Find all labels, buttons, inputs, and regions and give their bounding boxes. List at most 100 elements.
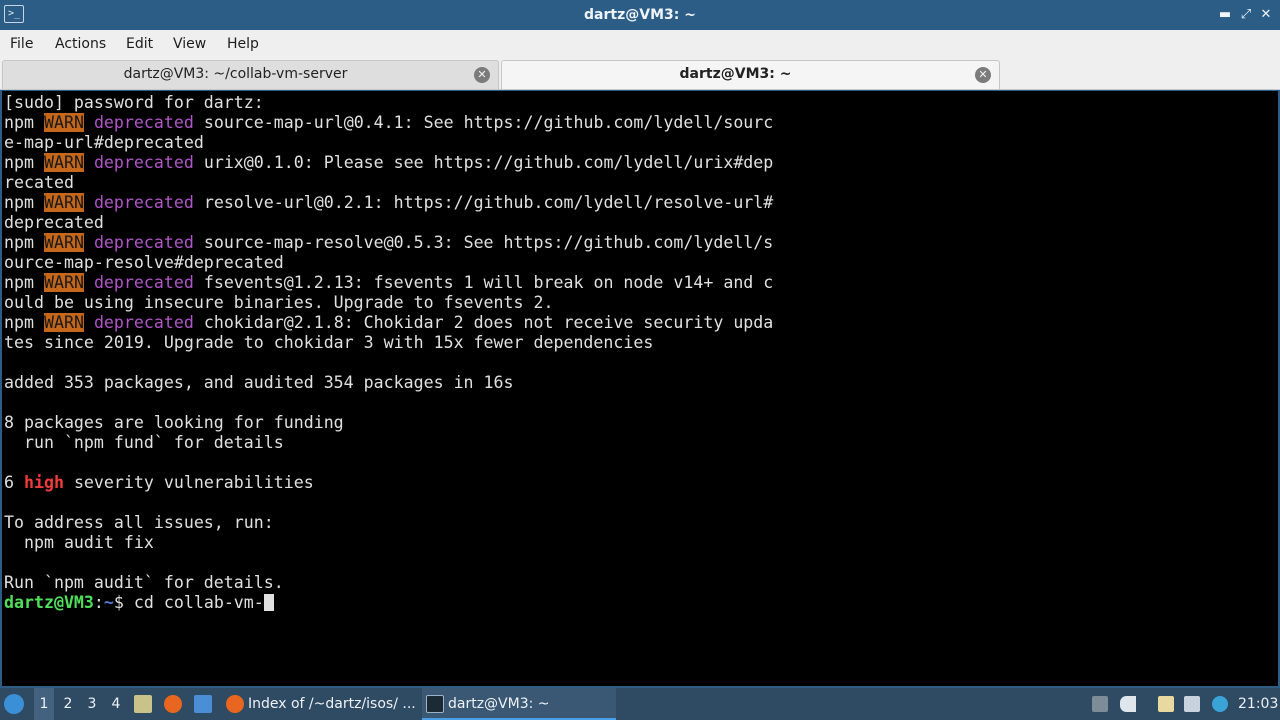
terminal-text: : [93,593,104,612]
tab-close-icon[interactable]: ✕ [474,67,490,83]
terminal-line: 6 high severity vulnerabilities [4,473,773,493]
text-depr: deprecated [93,153,194,172]
terminal-text: source-map-url@0.4.1: See https://github… [193,113,774,132]
terminal-line: run `npm fund` for details [4,433,773,453]
text-warn: WARN [43,273,84,292]
window-titlebar[interactable]: >_ dartz@VM3: ~ ▬ ⤢ ✕ [0,0,1280,30]
terminal-text: chokidar@2.1.8: Chokidar 2 does not rece… [193,313,774,332]
terminal-view[interactable]: [sudo] password for dartz: npm WARN depre… [0,90,1280,688]
terminal-text: $ cd collab-vm- [113,593,264,612]
menu-help[interactable]: Help [227,30,259,58]
task-firefox[interactable]: Index of /~dartz/isos/ ... [222,688,418,720]
text-p-path: ~ [103,593,114,612]
text-p-user: dartz@VM3 [4,593,94,612]
clock[interactable]: 21:03 [1238,688,1278,720]
terminal-text: resolve-url@0.2.1: https://github.com/ly… [193,193,774,212]
file-manager-icon[interactable] [134,688,152,720]
terminal-text: [sudo] password for dartz: [4,93,264,112]
tab-collab-vm-server[interactable]: dartz@VM3: ~/collab-vm-server ✕ [2,60,499,89]
terminal-text: ource-map-resolve#deprecated [4,253,284,272]
window-title: dartz@VM3: ~ [584,7,696,23]
terminal-text: recated [4,173,74,192]
menu-file[interactable]: File [10,30,33,58]
tray-expand-icon[interactable] [1092,688,1108,720]
terminal-cursor [263,594,274,611]
terminal-line: npm WARN deprecated fsevents@1.2.13: fse… [4,273,773,293]
workspace-4[interactable]: 4 [106,688,126,720]
terminal-line: deprecated [4,213,773,233]
terminal-text: run `npm fund` for details [4,433,284,452]
text-depr: deprecated [93,113,194,132]
show-desktop-icon[interactable] [194,688,212,720]
network-icon[interactable] [1184,688,1200,720]
tab-label: dartz@VM3: ~/collab-vm-server [123,66,348,82]
workspace-2[interactable]: 2 [58,688,78,720]
terminal-line: tes since 2019. Upgrade to chokidar 3 wi… [4,333,773,353]
terminal-line: npm audit fix [4,533,773,553]
text-high: high [23,473,64,492]
clipboard-icon[interactable] [1158,688,1174,720]
tab-close-icon[interactable]: ✕ [975,67,991,83]
terminal-line: npm WARN deprecated chokidar@2.1.8: Chok… [4,313,773,333]
tab-label: dartz@VM3: ~ [679,66,792,82]
terminal-text: fsevents@1.2.13: fsevents 1 will break o… [193,273,774,292]
firefox-icon[interactable] [164,688,182,720]
terminal-text: urix@0.1.0: Please see https://github.co… [193,153,774,172]
text-depr: deprecated [93,233,194,252]
minimize-button[interactable]: ▬ [1215,5,1235,25]
volume-icon[interactable] [1120,688,1136,720]
terminal-text: Run `npm audit` for details. [4,573,284,592]
terminal-line: npm WARN deprecated urix@0.1.0: Please s… [4,153,773,173]
terminal-line: Run `npm audit` for details. [4,573,773,593]
text-depr: deprecated [93,273,194,292]
task-terminal[interactable]: dartz@VM3: ~ [422,688,616,720]
terminal-text: npm [4,113,44,132]
close-button[interactable]: ✕ [1256,5,1276,25]
terminal-output: [sudo] password for dartz: npm WARN depre… [4,93,773,613]
update-icon[interactable] [1212,688,1228,720]
terminal-text: npm [4,153,44,172]
terminal-text: npm audit fix [4,533,154,552]
terminal-text: ould be using insecure binaries. Upgrade… [4,293,554,312]
terminal-line: npm WARN deprecated source-map-resolve@0… [4,233,773,253]
terminal-text: tes since 2019. Upgrade to chokidar 3 wi… [4,333,654,352]
start-menu-icon[interactable] [4,688,28,720]
terminal-line: To address all issues, run: [4,513,773,533]
tab-home[interactable]: dartz@VM3: ~ ✕ [501,60,1000,89]
terminal-line: added 353 packages, and audited 354 pack… [4,373,773,393]
terminal-line: npm WARN deprecated resolve-url@0.2.1: h… [4,193,773,213]
terminal-text: deprecated [4,213,104,232]
terminal-text: 6 [4,473,24,492]
terminal-line: 8 packages are looking for funding [4,413,773,433]
taskbar: 1 2 3 4 Index of /~dartz/isos/ ... dartz… [0,688,1280,720]
task-label: dartz@VM3: ~ [448,696,550,712]
text-warn: WARN [43,113,84,132]
text-depr: deprecated [93,313,194,332]
terminal-line: [sudo] password for dartz: [4,93,773,113]
menu-actions[interactable]: Actions [55,30,106,58]
text-warn: WARN [43,153,84,172]
menu-view[interactable]: View [173,30,206,58]
menu-edit[interactable]: Edit [126,30,153,58]
terminal-icon [426,695,444,713]
terminal-text: npm [4,233,44,252]
terminal-line: recated [4,173,773,193]
workspace-1[interactable]: 1 [34,688,54,720]
text-warn: WARN [43,193,84,212]
workspace-3[interactable]: 3 [82,688,102,720]
terminal-line: ource-map-resolve#deprecated [4,253,773,273]
text-depr: deprecated [93,193,194,212]
terminal-text: 8 packages are looking for funding [4,413,344,432]
terminal-line: ould be using insecure binaries. Upgrade… [4,293,773,313]
tab-bar: dartz@VM3: ~/collab-vm-server ✕ dartz@VM… [0,58,1280,90]
maximize-button[interactable]: ⤢ [1236,5,1256,25]
terminal-line: npm WARN deprecated source-map-url@0.4.1… [4,113,773,133]
